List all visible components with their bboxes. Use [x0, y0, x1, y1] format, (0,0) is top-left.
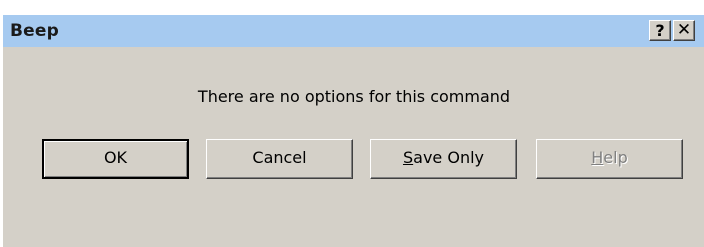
- close-icon[interactable]: ✕: [673, 20, 695, 41]
- ok-button-label: OK: [103, 148, 128, 167]
- save-only-label: ave Only: [413, 148, 484, 167]
- message-text: There are no options for this command: [197, 87, 511, 106]
- help-label: elp: [603, 148, 628, 167]
- save-only-mnemonic: S: [402, 148, 414, 167]
- save-only-button[interactable]: Save Only: [370, 139, 517, 179]
- window-title: Beep: [10, 21, 59, 41]
- cancel-button[interactable]: Cancel: [206, 139, 353, 179]
- title-bar[interactable]: Beep ? ✕: [3, 15, 704, 47]
- beep-dialog: Beep ? ✕ There are no options for this c…: [2, 14, 704, 247]
- help-button[interactable]: Help: [536, 139, 683, 179]
- help-mnemonic: H: [591, 148, 604, 167]
- help-question-icon[interactable]: ?: [649, 20, 671, 41]
- ok-button[interactable]: OK: [42, 139, 189, 179]
- cancel-button-label: Cancel: [252, 148, 307, 167]
